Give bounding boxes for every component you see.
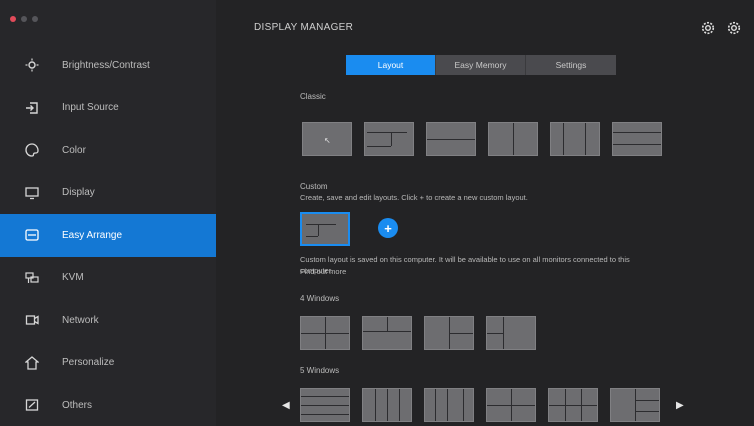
sidebar-item-display[interactable]: Display <box>0 172 216 215</box>
sidebar-item-label: Input Source <box>62 102 119 114</box>
sidebar-item-others[interactable]: Others <box>0 384 216 426</box>
window-controls <box>10 16 38 22</box>
layout-tile-five-a[interactable] <box>300 388 350 422</box>
cursor-icon: ↖ <box>324 136 331 145</box>
sidebar-item-input-source[interactable]: Input Source <box>0 87 216 130</box>
add-custom-layout-button[interactable]: + <box>378 218 398 238</box>
close-window-button[interactable] <box>10 16 16 22</box>
four-windows-section-label: 4 Windows <box>300 294 340 303</box>
layout-tile-custom[interactable] <box>300 212 350 246</box>
scroll-right-arrow-icon[interactable]: ▶ <box>676 400 684 411</box>
layout-tile-single[interactable]: ↖ <box>302 122 352 156</box>
input-icon <box>22 98 42 118</box>
minimize-window-button[interactable] <box>21 16 27 22</box>
kvm-icon <box>22 268 42 288</box>
classic-section-label: Classic <box>300 92 326 101</box>
sidebar-item-label: Display <box>62 187 95 199</box>
sidebar-item-label: Brightness/Contrast <box>62 59 150 71</box>
five-windows-section-label: 5 Windows <box>300 366 340 375</box>
sidebar-item-label: Color <box>62 144 86 156</box>
custom-hint: Create, save and edit layouts. Click + t… <box>300 193 528 202</box>
layout-tile-five-f[interactable] <box>610 388 660 422</box>
layout-tile-five-e[interactable] <box>548 388 598 422</box>
sidebar-item-brightness-contrast[interactable]: Brightness/Contrast <box>0 44 216 87</box>
settings-gear-icon[interactable] <box>700 20 716 36</box>
maximize-window-button[interactable] <box>32 16 38 22</box>
tab-settings[interactable]: Settings <box>526 55 616 75</box>
custom-note: Custom layout is saved on this computer.… <box>300 255 630 275</box>
tab-easy-memory[interactable]: Easy Memory <box>436 55 526 75</box>
five-windows-layout-row <box>300 388 660 422</box>
classic-layout-row: ↖ <box>302 122 662 156</box>
layout-tile-left-split[interactable] <box>424 316 474 350</box>
layout-tile-three-rows[interactable] <box>612 122 662 156</box>
sidebar-item-label: KVM <box>62 272 84 284</box>
custom-layout-row <box>300 212 350 246</box>
layout-tile-five-c[interactable] <box>424 388 474 422</box>
app-window: Brightness/Contrast Input Source Color D… <box>0 0 754 426</box>
sidebar-item-label: Easy Arrange <box>62 229 123 241</box>
sidebar-item-personalize[interactable]: Personalize <box>0 342 216 385</box>
sidebar-item-network[interactable]: Network <box>0 299 216 342</box>
tab-bar: Layout Easy Memory Settings <box>346 55 616 75</box>
network-icon <box>22 310 42 330</box>
layout-tile-two-columns[interactable] <box>488 122 538 156</box>
brightness-icon <box>22 55 42 75</box>
sidebar: Brightness/Contrast Input Source Color D… <box>0 0 216 426</box>
personalize-icon <box>22 353 42 373</box>
others-icon <box>22 395 42 415</box>
tab-layout[interactable]: Layout <box>346 55 436 75</box>
layout-tile-top-split[interactable] <box>362 316 412 350</box>
sidebar-item-color[interactable]: Color <box>0 129 216 172</box>
sidebar-item-easy-arrange[interactable]: Easy Arrange <box>0 214 216 257</box>
find-out-more-link[interactable]: Find out more <box>300 266 346 277</box>
layout-tile-three-columns[interactable] <box>550 122 600 156</box>
main-panel: DISPLAY MANAGER Layout Easy Memory Setti… <box>216 0 754 426</box>
layout-tile-right-split[interactable] <box>486 316 536 350</box>
layout-tile-five-b[interactable] <box>362 388 412 422</box>
app-title: DISPLAY MANAGER <box>254 22 354 33</box>
easy-arrange-icon <box>22 225 42 245</box>
layout-tile-two-rows[interactable] <box>426 122 476 156</box>
layout-tile-quad[interactable] <box>300 316 350 350</box>
layout-tile-pip[interactable] <box>364 122 414 156</box>
custom-section-label: Custom <box>300 182 328 191</box>
top-icons <box>700 20 742 36</box>
preferences-gear-icon[interactable] <box>726 20 742 36</box>
four-windows-layout-row <box>300 316 536 350</box>
sidebar-item-label: Network <box>62 314 99 326</box>
color-icon <box>22 140 42 160</box>
layout-tile-five-d[interactable] <box>486 388 536 422</box>
sidebar-item-label: Personalize <box>62 357 115 369</box>
display-icon <box>22 183 42 203</box>
sidebar-menu: Brightness/Contrast Input Source Color D… <box>0 44 216 426</box>
sidebar-item-kvm[interactable]: KVM <box>0 257 216 300</box>
sidebar-item-label: Others <box>62 399 93 411</box>
scroll-left-arrow-icon[interactable]: ◀ <box>282 400 290 411</box>
